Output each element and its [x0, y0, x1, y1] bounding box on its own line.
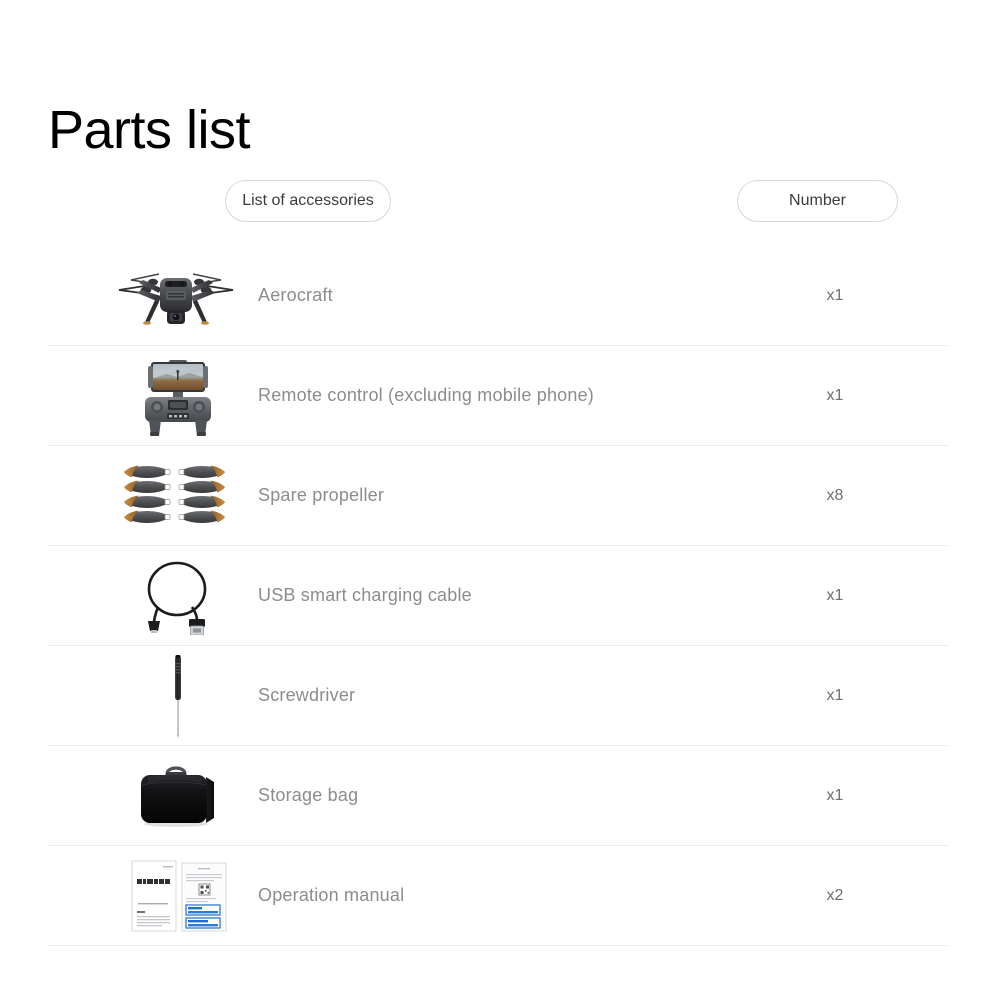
manual-icon: [130, 859, 228, 933]
row-label: Operation manual: [258, 885, 405, 905]
row-quantity: x1: [826, 686, 844, 704]
row-icon-cell: [48, 546, 258, 645]
row-icon-cell: [48, 646, 258, 745]
screwdriver-art: [48, 646, 258, 745]
propeller-icon: [124, 464, 228, 527]
remote-control-art: [48, 346, 258, 445]
row-icon-cell: [48, 346, 258, 445]
number-column-header-label: Number: [789, 192, 846, 209]
table-row: Screwdriver x1: [48, 646, 948, 746]
storage-bag-icon: [136, 761, 220, 831]
drone-icon: [115, 260, 237, 332]
row-icon-cell: [48, 746, 258, 845]
table-row: Spare propeller x8: [48, 446, 948, 546]
table-row: Operation manual x2: [48, 846, 948, 946]
number-column-header-pill: Number: [737, 180, 898, 222]
table-row: Storage bag x1: [48, 746, 948, 846]
row-label: Storage bag: [258, 785, 359, 805]
screwdriver-icon: [168, 654, 188, 738]
row-icon-cell: [48, 446, 258, 545]
table-row: Remote control (excluding mobile phone) …: [48, 346, 948, 446]
row-label: Aerocraft: [258, 285, 333, 305]
row-label: Remote control (excluding mobile phone): [258, 385, 594, 405]
row-quantity: x1: [826, 786, 844, 804]
manual-art: [48, 846, 258, 945]
row-quantity: x8: [826, 486, 844, 504]
row-quantity: x2: [826, 886, 844, 904]
page-title: Parts list: [48, 100, 251, 161]
accessories-column-header-pill: List of accessories: [225, 180, 391, 222]
propeller-art: [48, 446, 258, 545]
parts-list-page: Parts list List of accessories Number Ae…: [0, 0, 1000, 1000]
row-label: Spare propeller: [258, 485, 385, 505]
row-quantity: x1: [826, 286, 844, 304]
row-icon-cell: [48, 846, 258, 945]
accessories-column-header-label: List of accessories: [242, 192, 374, 209]
row-label: USB smart charging cable: [258, 585, 472, 605]
table-header: List of accessories Number: [48, 180, 948, 222]
row-label: Screwdriver: [258, 685, 356, 705]
table-row: Aerocraft x1: [48, 246, 948, 346]
parts-table: Aerocraft x1 Remote control (excluding m…: [48, 246, 948, 946]
usb-cable-icon: [142, 557, 212, 635]
usb-cable-art: [48, 546, 258, 645]
storage-bag-art: [48, 746, 258, 845]
row-quantity: x1: [826, 586, 844, 604]
remote-control-icon: [139, 354, 217, 438]
drone-art: [48, 246, 258, 345]
row-icon-cell: [48, 246, 258, 345]
table-row: USB smart charging cable x1: [48, 546, 948, 646]
row-quantity: x1: [826, 386, 844, 404]
